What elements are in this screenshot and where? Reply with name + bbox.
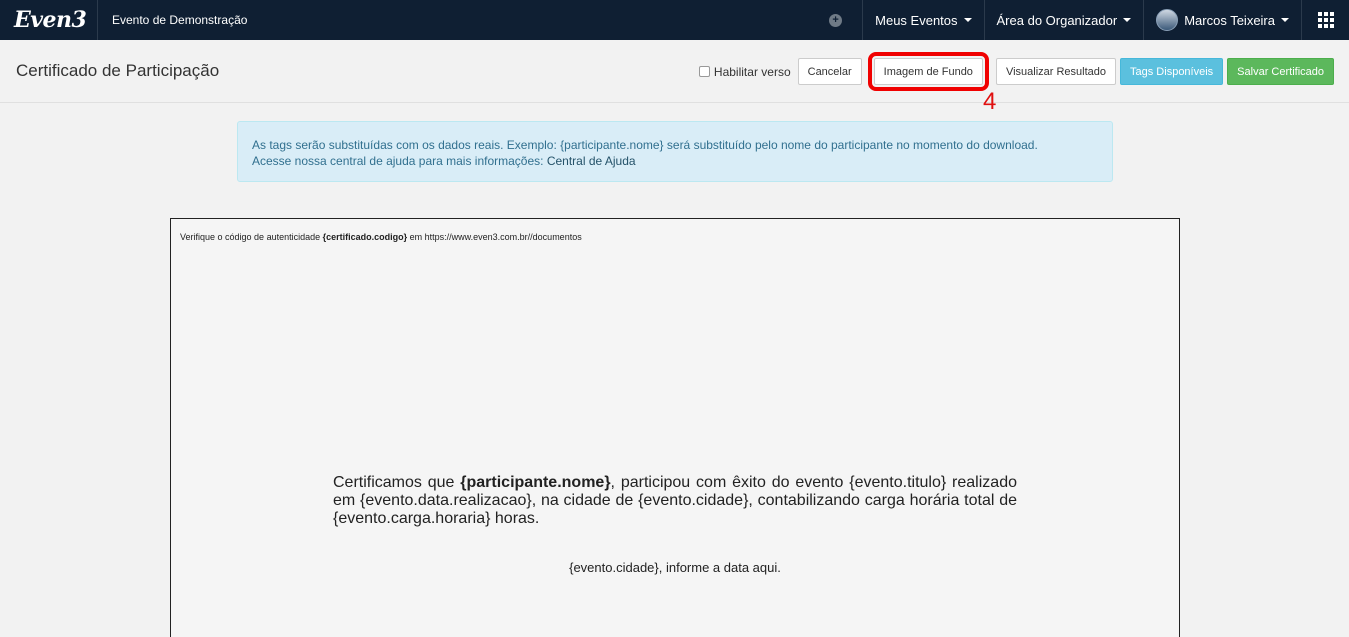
organizer-area-label: Área do Organizador (996, 12, 1118, 28)
avatar (1156, 9, 1179, 31)
alert-line-1: As tags serão substituídas com os dados … (252, 138, 1038, 152)
verify-prefix: Verifique o código de autenticidade (180, 232, 323, 242)
step-annotation-number: 4 (983, 88, 997, 115)
page-header: Certificado de Participação Habilitar ve… (0, 40, 1349, 103)
alert-line-2: Acesse nossa central de ajuda para mais … (252, 153, 1098, 169)
enable-back-toggle[interactable]: Habilitar verso (698, 64, 791, 79)
event-name-link[interactable]: Evento de Demonstração (98, 13, 247, 27)
certificate-date-line[interactable]: {evento.cidade}, informe a data aqui. (171, 560, 1179, 575)
certificate-toolbar: Habilitar verso Cancelar Imagem de Fundo… (698, 52, 1334, 91)
verification-line[interactable]: Verifique o código de autenticidade {cer… (180, 232, 582, 242)
even3-logo[interactable]: Even3 (0, 0, 98, 40)
my-events-menu[interactable]: Meus Eventos (862, 0, 983, 40)
cancel-button[interactable]: Cancelar (797, 58, 862, 85)
alert-line-2-text: Acesse nossa central de ajuda para mais … (252, 154, 547, 168)
enable-back-label: Habilitar verso (713, 64, 791, 79)
available-tags-button[interactable]: Tags Disponíveis (1120, 58, 1224, 85)
background-image-button[interactable]: Imagem de Fundo (867, 52, 989, 91)
user-menu[interactable]: Marcos Teixeira (1143, 0, 1301, 40)
organizer-area-menu[interactable]: Área do Organizador (983, 0, 1144, 40)
user-name: Marcos Teixeira (1184, 12, 1275, 28)
tags-info-alert: As tags serão substituídas com os dados … (237, 121, 1113, 182)
verify-code-tag: {certificado.codigo} (322, 232, 408, 242)
preview-result-button[interactable]: Visualizar Resultado (995, 58, 1117, 85)
navbar-right: + Meus Eventos Área do Organizador Marco… (829, 0, 1349, 40)
certificate-body-text[interactable]: Certificamos que {participante.nome}, pa… (333, 474, 1017, 528)
caret-down-icon (1123, 18, 1132, 22)
apps-grid-icon[interactable] (1301, 0, 1349, 40)
my-events-label: Meus Eventos (875, 12, 958, 28)
certificate-canvas[interactable]: Verifique o código de autenticidade {cer… (170, 218, 1180, 637)
participant-name-tag: {participante.nome} (460, 474, 611, 491)
body-prefix: Certificamos que (333, 474, 461, 491)
enable-back-checkbox[interactable] (698, 66, 710, 77)
caret-down-icon (1281, 18, 1289, 22)
verify-suffix: em https://www.even3.com.br//documentos (407, 232, 582, 242)
caret-down-icon (963, 18, 972, 22)
help-center-link[interactable]: Central de Ajuda (547, 154, 636, 168)
save-certificate-button[interactable]: Salvar Certificado (1227, 58, 1334, 85)
page-title: Certificado de Participação (16, 61, 220, 80)
top-navbar: Even3 Evento de Demonstração + Meus Even… (0, 0, 1349, 40)
add-circle-icon[interactable]: + (829, 13, 843, 27)
